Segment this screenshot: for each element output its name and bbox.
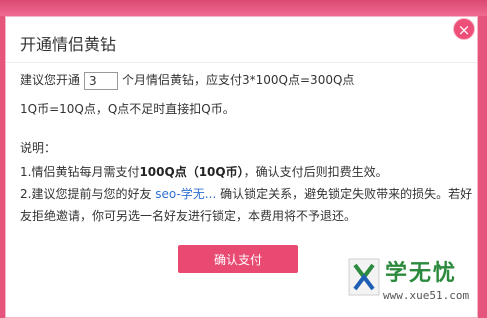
months-input[interactable] [84,71,119,90]
couple-yellow-diamond-dialog: × 开通情侣黄钻 建议您开通 个月情侣黄钻，应支付3*100Q点=300Q点 1Q… [5,16,478,318]
note-1-suffix: ，确认支付后则扣费生效。 [243,165,388,179]
note-2-suffix: 确认锁定关系，避免锁定失败带来的损失。若好 [220,187,473,201]
confirm-pay-button[interactable]: 确认支付 [178,245,298,273]
note-2: 2.建议您提前与您的好友 seo-学无... 确认锁定关系，避免锁定失败带来的损… [20,185,472,202]
note-1-prefix: 1.情侣黄钻每月需支付 [20,165,140,179]
watermark-url: www.xue51.com [383,289,470,302]
notes-heading: 说明： [20,141,57,155]
dialog-title: 开通情侣黄钻 [20,35,117,54]
xue51-watermark: 学无忧 www.xue51.com [343,253,475,315]
top-background-strip [0,0,487,16]
note-2-prefix: 2.建议您提前与您的好友 [20,187,152,201]
note-1-price: 100Q点（10Q币） [139,165,244,179]
close-button[interactable]: × [453,18,475,40]
watermark-logo-icon [348,258,380,296]
title-divider [6,62,477,63]
note-1: 1.情侣黄钻每月需支付100Q点（10Q币），确认支付后则扣费生效。 [20,163,388,180]
friend-link[interactable]: seo-学无... [155,187,216,201]
close-icon: × [457,21,471,39]
watermark-name: 学无忧 [385,261,458,286]
purchase-suffix: 个月情侣黄钻，应支付3*100Q点=300Q点 [122,73,355,87]
note-2-continued: 友拒绝邀请，你可另选一名好友进行锁定，本费用将不予退还。 [20,209,357,223]
exchange-note: 1Q币=10Q点，Q点不足时直接扣Q币。 [20,102,235,116]
purchase-prefix: 建议您开通 [20,73,81,87]
purchase-line: 建议您开通 个月情侣黄钻，应支付3*100Q点=300Q点 [20,70,354,90]
